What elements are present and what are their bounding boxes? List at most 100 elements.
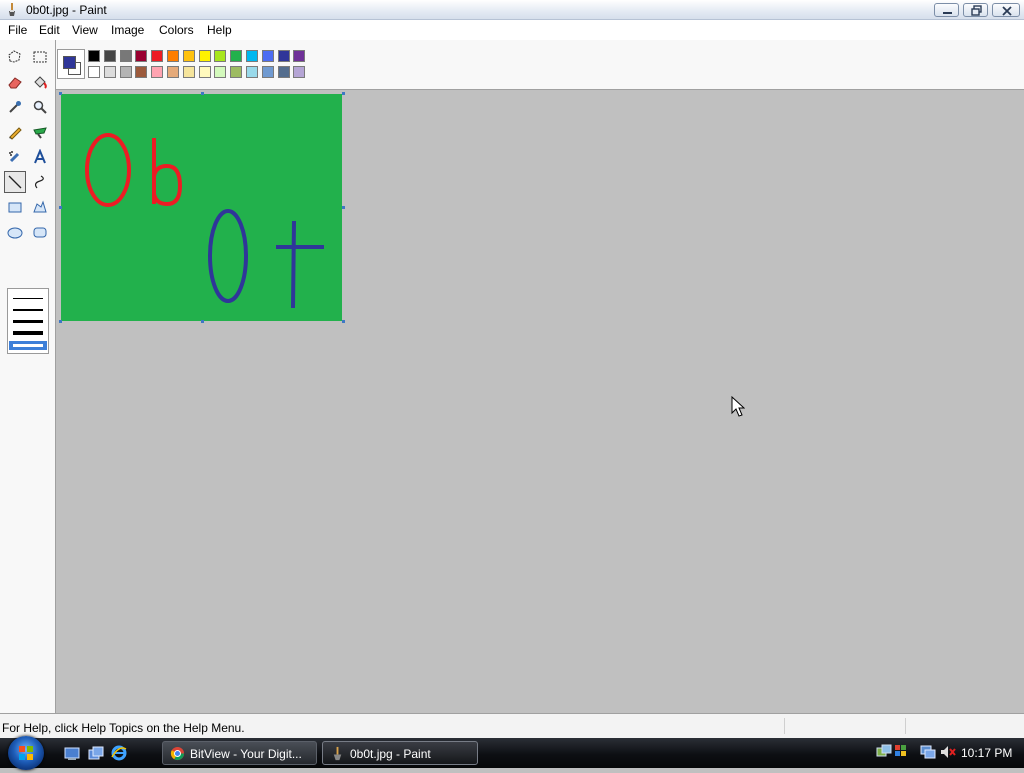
palette-swatch[interactable] bbox=[214, 66, 227, 78]
palette-swatch[interactable] bbox=[293, 50, 306, 62]
network-share-icon[interactable] bbox=[876, 744, 892, 760]
eraser-tool[interactable] bbox=[4, 71, 26, 93]
airbrush-tool[interactable] bbox=[4, 146, 26, 168]
resize-handle[interactable] bbox=[59, 206, 62, 209]
line-width-5-selected[interactable] bbox=[9, 341, 47, 350]
status-help-text: For Help, click Help Topics on the Help … bbox=[2, 721, 245, 735]
pencil-icon bbox=[9, 127, 22, 140]
palette-swatch[interactable] bbox=[230, 50, 243, 62]
maximize-button[interactable] bbox=[963, 3, 988, 17]
ellipse-icon bbox=[7, 227, 23, 239]
eraser-icon bbox=[8, 77, 22, 89]
palette-swatch[interactable] bbox=[198, 50, 211, 62]
palette-swatch[interactable] bbox=[261, 50, 274, 62]
security-center-icon[interactable] bbox=[894, 744, 908, 760]
menu-colors[interactable]: Colors bbox=[159, 23, 194, 37]
palette-swatch[interactable] bbox=[103, 50, 116, 62]
palette-swatch[interactable] bbox=[167, 66, 179, 78]
restore-icon bbox=[971, 5, 982, 16]
line-width-1[interactable] bbox=[13, 298, 43, 299]
palette-swatch[interactable] bbox=[198, 66, 211, 78]
minimize-button[interactable] bbox=[934, 3, 959, 17]
palette-swatch[interactable] bbox=[103, 66, 116, 78]
resize-handle[interactable] bbox=[342, 320, 345, 323]
brush-icon bbox=[33, 127, 47, 139]
start-button[interactable] bbox=[8, 736, 44, 770]
show-desktop-icon[interactable] bbox=[64, 745, 80, 761]
palette-swatch[interactable] bbox=[261, 66, 274, 78]
menu-file[interactable]: File bbox=[8, 23, 27, 37]
palette-swatch[interactable] bbox=[135, 66, 148, 78]
polygon-icon bbox=[33, 200, 47, 213]
line-width-selector bbox=[7, 288, 49, 354]
ellipse-tool[interactable] bbox=[4, 221, 26, 243]
palette-swatch[interactable] bbox=[151, 50, 164, 62]
palette-swatch[interactable] bbox=[230, 66, 243, 78]
palette-swatch[interactable] bbox=[214, 50, 227, 62]
resize-handle[interactable] bbox=[201, 320, 204, 323]
pencil-tool[interactable] bbox=[4, 121, 26, 143]
select-tool[interactable] bbox=[29, 46, 51, 68]
magnifier-icon bbox=[33, 100, 47, 114]
volume-muted-icon[interactable] bbox=[940, 745, 956, 759]
palette-swatch[interactable] bbox=[246, 66, 258, 78]
current-colors[interactable] bbox=[57, 49, 85, 79]
taskbar-item-label: 0b0t.jpg - Paint bbox=[350, 747, 431, 761]
palette-swatch[interactable] bbox=[151, 66, 164, 78]
palette-swatch[interactable] bbox=[182, 50, 195, 62]
internet-explorer-icon[interactable] bbox=[111, 745, 127, 761]
brush-tool[interactable] bbox=[29, 121, 51, 143]
menu-view[interactable]: View bbox=[72, 23, 98, 37]
line-width-3[interactable] bbox=[13, 320, 43, 323]
curve-icon bbox=[34, 175, 44, 189]
fill-tool[interactable] bbox=[29, 71, 51, 93]
status-divider bbox=[905, 718, 906, 734]
rectangle-tool[interactable] bbox=[4, 196, 26, 218]
resize-handle[interactable] bbox=[59, 320, 62, 323]
color-box bbox=[0, 40, 1024, 90]
curve-tool[interactable] bbox=[29, 171, 51, 193]
eyedropper-icon bbox=[9, 101, 21, 113]
resize-handle[interactable] bbox=[201, 92, 204, 95]
close-icon bbox=[1002, 6, 1012, 16]
switch-windows-icon[interactable] bbox=[88, 745, 104, 761]
free-form-select-tool[interactable] bbox=[4, 46, 26, 68]
taskbar: BitView - Your Digit... 0b0t.jpg - Paint… bbox=[0, 736, 1024, 770]
palette-swatch[interactable] bbox=[119, 66, 132, 78]
tool-box bbox=[0, 40, 56, 713]
drawn-blue-zero bbox=[208, 209, 248, 303]
palette-swatch[interactable] bbox=[182, 66, 195, 78]
text-tool[interactable] bbox=[29, 146, 51, 168]
palette-swatch[interactable] bbox=[119, 50, 132, 62]
resize-handle[interactable] bbox=[342, 92, 345, 95]
rounded-rectangle-icon bbox=[33, 227, 47, 238]
line-width-2[interactable] bbox=[13, 309, 43, 311]
magnifier-tool[interactable] bbox=[29, 96, 51, 118]
line-width-4[interactable] bbox=[13, 331, 43, 335]
polygon-tool[interactable] bbox=[29, 196, 51, 218]
menu-help[interactable]: Help bbox=[207, 23, 232, 37]
palette-swatch[interactable] bbox=[167, 50, 179, 62]
palette-swatch[interactable] bbox=[88, 66, 100, 78]
palette-swatch[interactable] bbox=[246, 50, 258, 62]
palette-swatch[interactable] bbox=[277, 66, 290, 78]
resize-handle[interactable] bbox=[59, 92, 62, 95]
close-button[interactable] bbox=[992, 3, 1020, 17]
palette-swatch[interactable] bbox=[277, 50, 290, 62]
network-connection-icon[interactable] bbox=[920, 744, 936, 760]
taskbar-item-bitview[interactable]: BitView - Your Digit... bbox=[162, 741, 317, 765]
palette-swatch[interactable] bbox=[293, 66, 306, 78]
mouse-cursor-icon bbox=[731, 396, 745, 417]
taskbar-item-paint[interactable]: 0b0t.jpg - Paint bbox=[322, 741, 478, 765]
palette-swatch[interactable] bbox=[88, 50, 100, 62]
drawn-red-zero bbox=[85, 133, 131, 207]
image-canvas[interactable] bbox=[61, 94, 342, 321]
resize-handle[interactable] bbox=[342, 206, 345, 209]
palette-swatch[interactable] bbox=[135, 50, 148, 62]
rounded-rectangle-tool[interactable] bbox=[29, 221, 51, 243]
foreground-color-swatch[interactable] bbox=[63, 56, 76, 69]
menu-image[interactable]: Image bbox=[111, 23, 144, 37]
pick-color-tool[interactable] bbox=[4, 96, 26, 118]
line-tool[interactable] bbox=[4, 171, 26, 193]
menu-edit[interactable]: Edit bbox=[39, 23, 60, 37]
